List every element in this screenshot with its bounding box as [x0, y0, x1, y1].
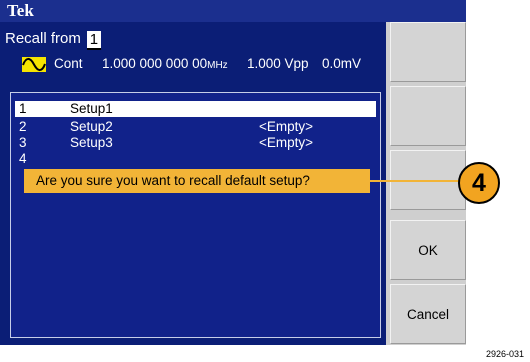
title-bar: Tek: [0, 0, 466, 22]
setup-number: 1: [19, 101, 27, 116]
setup-row[interactable]: 4: [15, 151, 376, 167]
brand-logo: Tek: [7, 1, 34, 20]
setup-row[interactable]: 3 Setup3 <Empty>: [15, 135, 376, 151]
setup-row[interactable]: 1 Setup1: [15, 101, 376, 117]
setup-number: 4: [19, 151, 27, 166]
setup-name: Setup2: [70, 119, 113, 134]
frequency-value: 1.000 000 000 00: [102, 56, 208, 71]
setup-state: <Empty>: [259, 135, 314, 150]
recall-from-line: Recall from 1: [5, 30, 101, 50]
instrument-screen: Tek Recall from 1 Cont 1.000 000 000 00MH…: [0, 0, 466, 345]
amplitude-readout: 1.000 Vpp: [247, 56, 309, 71]
cancel-label: Cancel: [406, 306, 450, 322]
recall-from-label: Recall from: [5, 30, 81, 47]
figure-id: 2926-031: [485, 349, 524, 359]
setup-name: Setup3: [70, 135, 113, 150]
frequency-unit: MHz: [207, 60, 228, 71]
softkey-1[interactable]: [390, 22, 466, 82]
setup-number: 2: [19, 119, 27, 134]
offset-readout: 0.0mV: [322, 56, 362, 71]
callout-leader: [370, 180, 462, 182]
step-callout: 4: [458, 162, 500, 204]
ok-label: OK: [418, 242, 438, 258]
sine-wave-icon: [22, 57, 46, 72]
frequency-readout: 1.000 000 000 00MHz: [102, 56, 228, 71]
setup-name: Setup1: [70, 101, 113, 116]
setup-number: 3: [19, 135, 27, 150]
cancel-button[interactable]: Cancel: [390, 284, 466, 344]
confirm-message: Are you sure you want to recall default …: [36, 173, 310, 188]
setup-row[interactable]: 2 Setup2 <Empty>: [15, 119, 376, 135]
softkey-panel: OK Cancel: [386, 22, 466, 345]
ok-button[interactable]: OK: [390, 220, 466, 280]
softkey-2[interactable]: [390, 86, 466, 146]
run-mode: Cont: [54, 56, 83, 71]
recall-slot-field[interactable]: 1: [86, 31, 101, 50]
confirm-dialog: Are you sure you want to recall default …: [24, 169, 370, 193]
setup-state: <Empty>: [259, 119, 314, 134]
setup-list: 1 Setup1 2 Setup2 <Empty> 3 Setup3 <Empt…: [10, 92, 381, 338]
